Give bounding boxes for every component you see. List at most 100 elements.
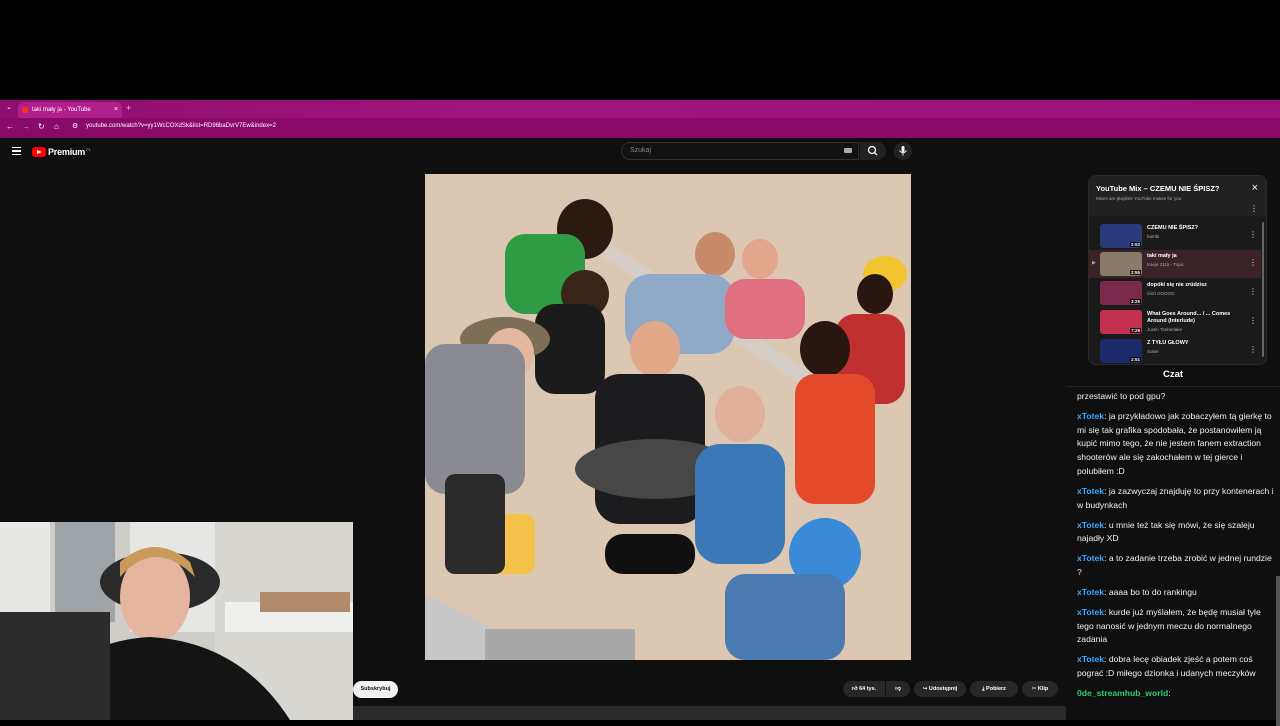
item-more-icon[interactable]: ⋮ <box>1249 258 1257 267</box>
playlist-item[interactable]: 2:51 Z TYŁU GŁOWY Sobel ⋮ <box>1089 337 1261 364</box>
scissors-icon: ✂ <box>1031 686 1037 692</box>
youtube-play-icon <box>32 147 46 157</box>
hamburger-menu-icon[interactable] <box>12 147 21 155</box>
chat-username[interactable]: 0de_streamhub_world <box>1077 688 1168 698</box>
playlist-item[interactable]: 3:25 dopóki się nie zrüdzisz білб ООООО ⋮ <box>1089 279 1261 307</box>
chat-message: xTotek: aaaa bo to do rankingu <box>1077 586 1275 600</box>
new-tab-button[interactable]: + <box>126 103 131 113</box>
playlist-item-duration: 2:51 <box>1129 357 1141 362</box>
chat-message: xTotek: ja zazwyczaj znajduję to przy ko… <box>1077 485 1275 512</box>
share-button[interactable]: ↪ Udostępnij <box>914 681 966 697</box>
video-player[interactable] <box>425 174 911 660</box>
playlist-header: YouTube Mix – CZEMU NIE ŚPISZ? Mixes are… <box>1089 176 1266 216</box>
playlist-title: YouTube Mix – CZEMU NIE ŚPISZ? <box>1096 184 1220 193</box>
playlist-item-duration: 2:55 <box>1129 270 1141 275</box>
url-field[interactable]: youtube.com/watch?v=yy1WcCOXdSk&list=RD9… <box>86 123 276 129</box>
clip-button[interactable]: ✂ Klip <box>1022 681 1058 697</box>
chat-text: : a to zadanie trzeba zrobić w jednej ru… <box>1077 553 1272 577</box>
download-button[interactable]: ⤓ Pobierz <box>970 681 1018 697</box>
streamer-webcam <box>0 522 353 720</box>
close-icon[interactable]: × <box>1252 182 1258 194</box>
item-more-icon[interactable]: ⋮ <box>1249 316 1257 325</box>
chat-message: 0de_streamhub_world: <box>1077 687 1275 701</box>
chat-username[interactable]: xTotek <box>1077 607 1104 617</box>
playlist-item-title: Z TYŁU GŁOWY <box>1147 340 1189 346</box>
search-input[interactable]: Szukaj <box>621 142 859 160</box>
chat-username[interactable]: xTotek <box>1077 520 1104 530</box>
chat-username[interactable]: xTotek <box>1077 411 1104 421</box>
clip-label: Klip <box>1037 686 1049 692</box>
chat-username[interactable]: xTotek <box>1077 486 1104 496</box>
playlist-item-title: dopóki się nie zrüdzisz <box>1147 282 1207 288</box>
share-label: Udostępnij <box>928 686 958 692</box>
now-playing-icon: ▶ <box>1092 260 1096 266</box>
microphone-icon <box>899 146 907 156</box>
search-button[interactable] <box>860 142 886 160</box>
tab-title: taki mały ja - YouTube <box>32 107 91 113</box>
reload-icon[interactable]: ↻ <box>38 122 45 131</box>
item-more-icon[interactable]: ⋮ <box>1249 345 1257 354</box>
playlist-item-artist: Justin Timberlake <box>1147 327 1183 332</box>
dislike-button[interactable]: 👎︎ <box>886 681 910 697</box>
chat-username[interactable]: xTotek <box>1077 587 1104 597</box>
chat-text: : <box>1168 688 1171 699</box>
video-thumbnail-group-photo <box>425 174 911 660</box>
item-more-icon[interactable]: ⋮ <box>1249 230 1257 239</box>
item-more-icon[interactable]: ⋮ <box>1249 287 1257 296</box>
tab-close-icon[interactable]: × <box>114 102 118 118</box>
playlist-item-artist: bambi <box>1147 234 1160 239</box>
chat-message: xTotek: a to zadanie trzeba zrobić w jed… <box>1077 552 1275 579</box>
like-button[interactable]: 👍︎ 64 tys. <box>843 681 885 697</box>
playlist-item[interactable]: 7:29 What Goes Around... / ... Comes Arou… <box>1089 308 1261 336</box>
playlist-item-thumbnail: 2:51 <box>1100 339 1142 363</box>
chat-scrollbar[interactable] <box>1276 576 1280 726</box>
playlist-scrollbar[interactable] <box>1262 222 1264 357</box>
thumbs-up-icon: 👍︎ <box>851 686 858 692</box>
chat-text: : kurde już myślałem, że będę musiał tyl… <box>1077 606 1261 645</box>
playlist-item-thumbnail: 2:55 <box>1100 252 1142 276</box>
address-bar: ← → ↻ ⌂ ⚙ youtube.com/watch?v=yy1WcCOXdS… <box>0 118 1280 138</box>
home-icon[interactable]: ⌂ <box>54 122 59 131</box>
page-bottom-strip <box>353 706 1066 720</box>
playlist-item-duration: 7:29 <box>1129 328 1141 333</box>
playlist-item-artist: Sobel <box>1147 349 1159 354</box>
tab-search-icon[interactable]: ⌄ <box>4 103 14 113</box>
download-icon: ⤓ <box>982 686 985 692</box>
forward-icon[interactable]: → <box>22 122 30 131</box>
logo-text: Premium <box>48 147 86 157</box>
back-icon[interactable]: ← <box>6 122 14 131</box>
keyboard-icon[interactable] <box>844 148 852 153</box>
chat-text: : u mnie też tak się mówi, że się szalej… <box>1077 519 1255 544</box>
more-options-icon[interactable]: ⋮ <box>1250 204 1258 213</box>
chat-text: : dobra lecę obiadek zjeść a potem coś p… <box>1077 654 1256 679</box>
chat-text: : aaaa bo to do rankingu <box>1104 586 1197 597</box>
chat-message: przestawić to pod gpu? <box>1077 390 1275 404</box>
chat-message: xTotek: u mnie też tak się mówi, że się … <box>1077 519 1275 546</box>
playlist-item-title: taki mały ja <box>1147 253 1177 259</box>
playlist-item-thumbnail: 2:53 <box>1100 224 1142 248</box>
playlist-item-artist: Kaeje 2115 - Topic <box>1147 262 1184 267</box>
chat-message: xTotek: dobra lecę obiadek zjeść a potem… <box>1077 653 1275 680</box>
playlist-item-duration: 2:53 <box>1129 242 1141 247</box>
browser-tab-bar: ⌄ taki mały ja - YouTube × + <box>0 100 1280 118</box>
site-info-icon[interactable]: ⚙ <box>72 122 78 130</box>
subscribe-button[interactable]: Subskrybuj <box>353 681 398 698</box>
chat-username[interactable]: xTotek <box>1077 654 1104 664</box>
playlist-item-title: CZEMU NIE ŚPISZ? <box>1147 225 1199 231</box>
logo-region: PL <box>86 146 92 152</box>
playlist-subtitle: Mixes are playlists YouTube makes for yo… <box>1096 196 1182 201</box>
download-label: Pobierz <box>986 686 1006 692</box>
playlist-item-artist: білб ООООО <box>1147 291 1175 296</box>
thumbs-down-icon: 👎︎ <box>895 686 901 692</box>
search-icon <box>867 145 878 156</box>
chat-username[interactable]: xTotek <box>1077 553 1104 563</box>
voice-search-button[interactable] <box>894 142 912 160</box>
playlist-item-thumbnail: 7:29 <box>1100 310 1142 334</box>
playlist-item-thumbnail: 3:25 <box>1100 281 1142 305</box>
youtube-favicon-icon <box>22 107 28 113</box>
playlist-item[interactable]: ▶ 2:55 taki mały ja Kaeje 2115 - Topic ⋮ <box>1089 250 1261 278</box>
youtube-premium-logo[interactable]: Premium PL <box>32 146 91 158</box>
browser-tab[interactable]: taki mały ja - YouTube × <box>18 102 122 118</box>
playlist-item[interactable]: 2:53 CZEMU NIE ŚPISZ? bambi ⋮ <box>1089 222 1261 250</box>
like-count: 64 tys. <box>859 686 877 692</box>
